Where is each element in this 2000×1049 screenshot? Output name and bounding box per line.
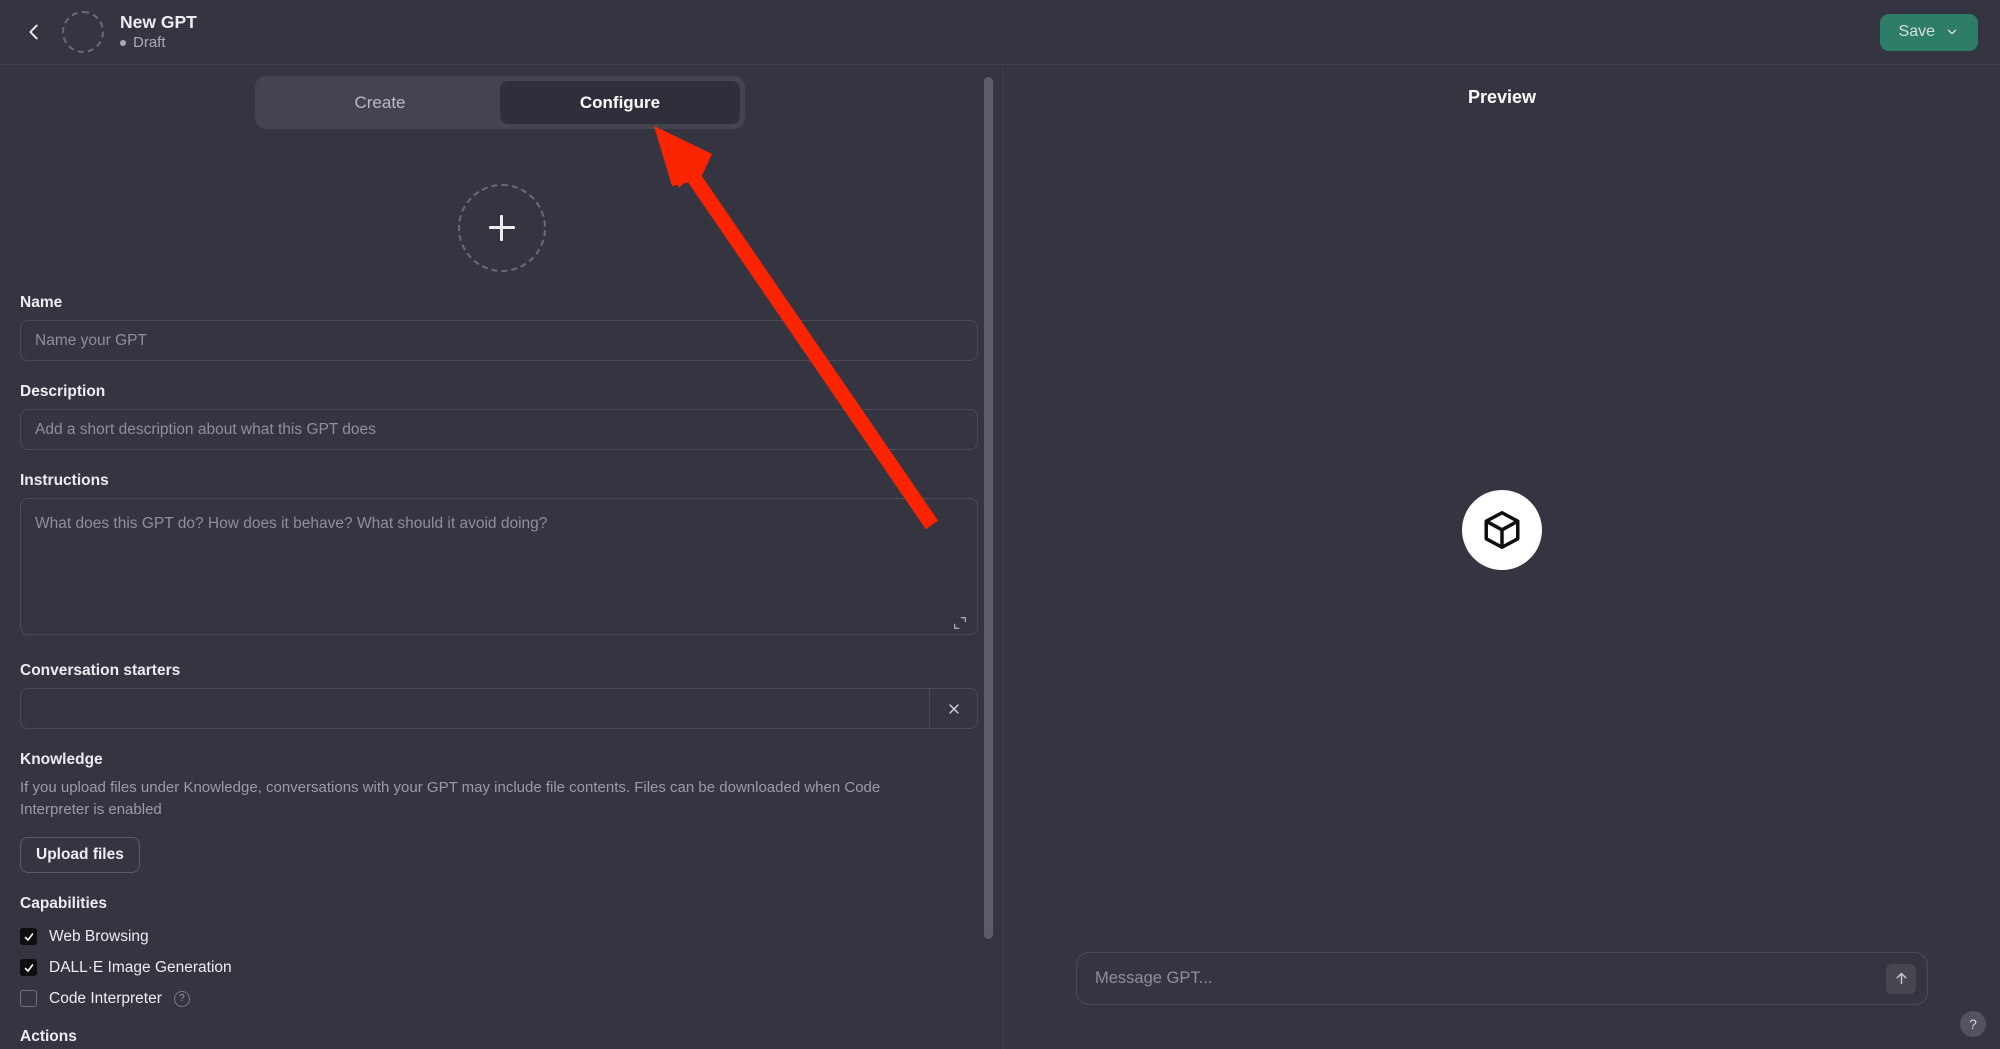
arrow-up-icon: [1896, 972, 1906, 985]
upload-files-button[interactable]: Upload files: [20, 837, 140, 873]
expand-diagonal-icon[interactable]: [952, 615, 968, 631]
dalle-image-generation-label: DALL·E Image Generation: [49, 958, 232, 976]
status-label: Draft: [133, 34, 166, 51]
save-button-wrap: Save: [1879, 13, 1978, 51]
preview-title: Preview: [1467, 87, 1537, 107]
top-bar: New GPT Draft Save: [0, 0, 2000, 65]
capability-row-code-interpreter: Code Interpreter ?: [20, 983, 983, 1014]
capabilities-label: Capabilities: [20, 895, 107, 912]
actions-group: Actions: [20, 1028, 983, 1046]
tab-bar: Create Configure: [255, 76, 745, 129]
gpt-preview-avatar: [1462, 490, 1542, 570]
name-input[interactable]: [20, 320, 978, 361]
save-button-label: Save: [1898, 23, 1935, 40]
remove-conversation-starter-button[interactable]: [929, 689, 977, 728]
save-button[interactable]: Save: [1879, 13, 1978, 51]
configure-panel: Create Configure Name Description Instru…: [0, 65, 1003, 1049]
name-field-group: Name: [20, 294, 983, 361]
code-interpreter-label: Code Interpreter: [49, 989, 162, 1007]
avatar-upload-button[interactable]: [457, 184, 546, 272]
chevron-left-icon: [29, 24, 38, 40]
name-label: Name: [20, 294, 63, 311]
close-x-icon: [948, 703, 959, 714]
status-badge: Draft: [120, 33, 197, 53]
capability-row-web-browsing: Web Browsing: [20, 921, 983, 952]
gpt-builder-screen: New GPT Draft Save Create Configure Name…: [0, 0, 2000, 1049]
capabilities-group: Capabilities Web Browsing DALL·E Image G…: [20, 895, 983, 1014]
knowledge-label: Knowledge: [20, 751, 103, 768]
preview-panel: Preview ?: [1004, 65, 2000, 1049]
knowledge-group: Knowledge If you upload files under Know…: [20, 751, 983, 873]
description-label: Description: [20, 383, 106, 400]
instructions-field-group: Instructions: [20, 472, 983, 640]
instructions-textarea[interactable]: [20, 498, 978, 635]
capability-row-dalle: DALL·E Image Generation: [20, 952, 983, 983]
conversation-starters-label: Conversation starters: [20, 662, 181, 679]
code-interpreter-checkbox[interactable]: [20, 990, 37, 1007]
cube-3d-icon: [1484, 511, 1520, 549]
check-icon: [24, 932, 33, 941]
tab-create[interactable]: Create: [260, 81, 500, 124]
send-message-button[interactable]: [1886, 963, 1916, 994]
page-title: New GPT: [120, 12, 197, 32]
gpt-avatar-placeholder[interactable]: [62, 11, 104, 53]
web-browsing-label: Web Browsing: [49, 927, 149, 945]
description-input[interactable]: [20, 409, 978, 450]
conversation-starters-group: Conversation starters: [20, 662, 983, 729]
back-button[interactable]: [14, 12, 54, 52]
tab-configure[interactable]: Configure: [500, 81, 740, 124]
chevron-down-icon: [1947, 29, 1957, 35]
plus-icon: [488, 215, 515, 241]
web-browsing-checkbox[interactable]: [20, 928, 37, 945]
instructions-label: Instructions: [20, 472, 109, 489]
configure-form: Name Description Instructions: [0, 142, 1002, 1049]
knowledge-help-text: If you upload files under Knowledge, con…: [20, 779, 881, 818]
instructions-textarea-wrap: [20, 498, 978, 640]
dalle-image-generation-checkbox[interactable]: [20, 959, 37, 976]
message-input-bar: [1076, 952, 1928, 1005]
question-mark-icon[interactable]: ?: [173, 990, 190, 1007]
message-input[interactable]: [1077, 969, 1886, 988]
conversation-starter-row: [20, 688, 978, 729]
header-text-block: New GPT Draft: [120, 11, 197, 53]
check-icon: [24, 963, 33, 972]
help-button[interactable]: ?: [1960, 1011, 1986, 1037]
conversation-starter-input[interactable]: [21, 689, 929, 728]
vertical-scrollbar[interactable]: [984, 77, 993, 939]
status-dot-icon: [120, 40, 126, 46]
actions-label: Actions: [20, 1028, 77, 1045]
description-field-group: Description: [20, 383, 983, 450]
